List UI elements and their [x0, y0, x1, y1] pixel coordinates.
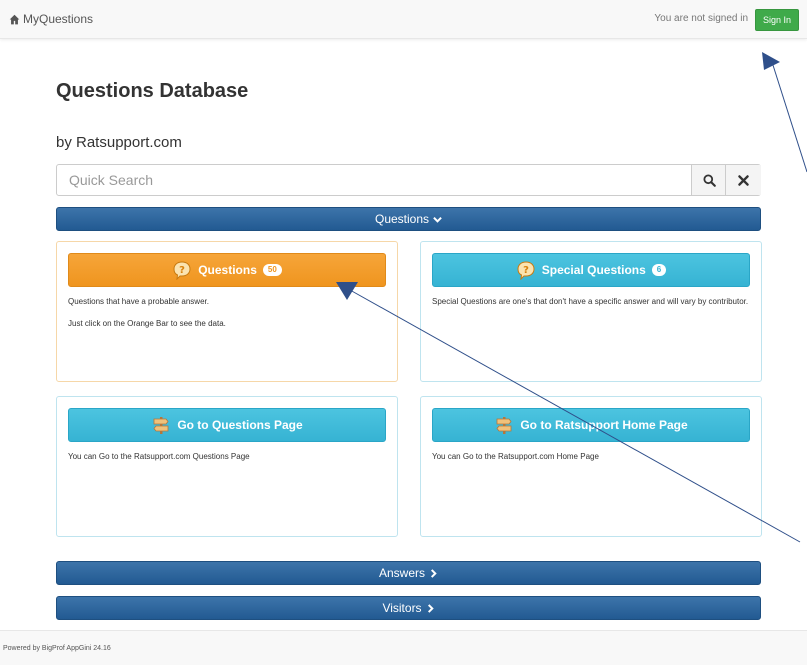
search-icon: [703, 173, 716, 187]
card-description: Special Questions are one's that don't h…: [432, 297, 750, 319]
description-line: Just click on the Orange Bar to see the …: [68, 319, 226, 328]
sign-in-button[interactable]: Sign In: [755, 9, 799, 31]
close-icon: [738, 174, 749, 186]
annotation-arrow: [762, 52, 807, 173]
question-bubble-icon: ?: [517, 261, 535, 280]
card-description: You can Go to the Ratsupport.com Questio…: [68, 452, 386, 474]
questions-group-label: Questions: [374, 212, 430, 226]
answers-group-label: Answers: [378, 566, 425, 580]
signed-status: You are not signed in: [654, 13, 748, 24]
svg-text:?: ?: [523, 265, 529, 276]
description-line: Special Questions are one's that don't h…: [432, 297, 749, 306]
signpost-icon: [153, 417, 169, 434]
questions-card: ? Questions 50 Questions that have a pro…: [56, 241, 398, 382]
questions-page-button-label: Go to Questions Page: [177, 418, 303, 432]
quick-search: [56, 164, 761, 196]
search-button[interactable]: [691, 165, 727, 195]
signpost-icon: [496, 417, 512, 434]
search-input[interactable]: [57, 165, 669, 195]
chevron-right-icon: [430, 568, 437, 578]
brand-label: MyQuestions: [23, 12, 94, 26]
description-line: You can Go to the Ratsupport.com Questio…: [68, 452, 250, 461]
footer: Powered by BigProf AppGini 24.16: [0, 630, 807, 665]
card-description: You can Go to the Ratsupport.com Home Pa…: [432, 452, 750, 474]
chevron-right-icon: [427, 603, 434, 613]
answers-group-bar[interactable]: Answers: [56, 561, 761, 585]
footer-text: Powered by BigProf AppGini 24.16: [3, 645, 111, 652]
svg-text:?: ?: [179, 265, 185, 276]
page-subtitle: by Ratsupport.com: [56, 134, 182, 151]
questions-page-card: Go to Questions Page You can Go to the R…: [56, 396, 398, 537]
home-icon: [9, 14, 20, 24]
clear-search-button[interactable]: [725, 165, 761, 195]
count-badge: 50: [262, 264, 282, 276]
special-questions-table-button[interactable]: ? Special Questions 6: [432, 253, 750, 287]
home-page-button-label: Go to Ratsupport Home Page: [520, 418, 688, 432]
visitors-group-bar[interactable]: Visitors: [56, 596, 761, 620]
count-badge: 6: [651, 264, 667, 276]
home-page-card: Go to Ratsupport Home Page You can Go to…: [420, 396, 762, 537]
questions-group-bar[interactable]: Questions: [56, 207, 761, 231]
questions-table-button[interactable]: ? Questions 50: [68, 253, 386, 287]
special-questions-card: ? Special Questions 6 Special Questions …: [420, 241, 762, 382]
card-description: Questions that have a probable answer. J…: [68, 297, 386, 341]
visitors-group-label: Visitors: [382, 601, 422, 615]
description-line: You can Go to the Ratsupport.com Home Pa…: [432, 452, 599, 461]
description-line: Questions that have a probable answer.: [68, 297, 209, 306]
go-to-home-page-button[interactable]: Go to Ratsupport Home Page: [432, 408, 750, 442]
page-title: Questions Database: [56, 80, 249, 102]
home-link[interactable]: MyQuestions: [9, 12, 93, 26]
questions-button-label: Questions: [198, 263, 257, 277]
special-questions-button-label: Special Questions: [541, 263, 646, 277]
top-navbar: MyQuestions You are not signed in Sign I…: [0, 0, 807, 39]
chevron-down-icon: [433, 216, 442, 223]
go-to-questions-page-button[interactable]: Go to Questions Page: [68, 408, 386, 442]
question-bubble-icon: ?: [173, 261, 191, 280]
